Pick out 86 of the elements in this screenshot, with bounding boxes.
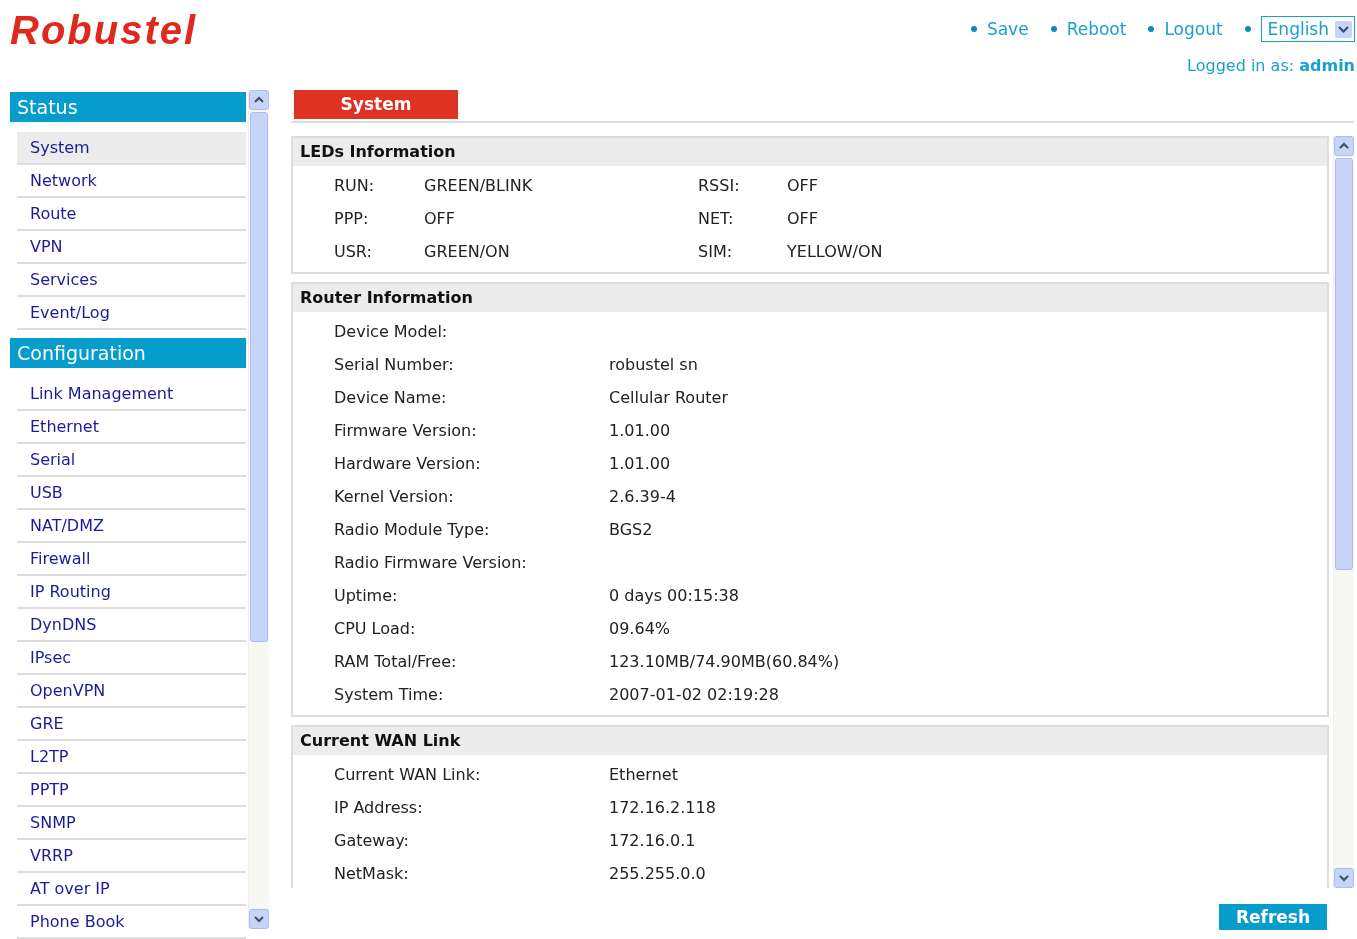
- sidebar-item[interactable]: IP Routing: [17, 576, 246, 609]
- scroll-thumb[interactable]: [250, 112, 268, 642]
- field-label: SIM:: [698, 242, 734, 261]
- bullet-icon: [1050, 26, 1057, 32]
- sidebar-item[interactable]: Phone Book: [17, 906, 246, 939]
- field-value: 1.01.00: [609, 454, 672, 473]
- field-value: BGS2: [609, 520, 654, 539]
- field-value: 255.255.0.0: [609, 864, 707, 883]
- sidebar-item[interactable]: SNMP: [17, 807, 246, 840]
- field-label: PPP:: [334, 209, 370, 228]
- scroll-up-icon[interactable]: [1334, 136, 1354, 156]
- sidebar-item[interactable]: USB: [17, 477, 246, 510]
- sidebar-heading: Configuration: [10, 338, 246, 368]
- scrollbar[interactable]: [1333, 136, 1354, 888]
- sidebar-item[interactable]: AT over IP: [17, 873, 246, 906]
- bullet-icon: [1148, 26, 1155, 32]
- field-label: Serial Number:: [334, 355, 455, 374]
- field-label: RUN:: [334, 176, 376, 195]
- sidebar-item[interactable]: System: [17, 132, 246, 165]
- sidebar-item[interactable]: Serial: [17, 444, 246, 477]
- sidebar-item[interactable]: VRRP: [17, 840, 246, 873]
- field-value: OFF: [787, 176, 819, 195]
- field-value: 09.64%: [609, 619, 671, 638]
- field-label: Current WAN Link:: [334, 765, 482, 784]
- sidebar-item[interactable]: Route: [17, 198, 246, 231]
- scroll-down-icon[interactable]: [1334, 868, 1354, 888]
- sidebar-heading: Status: [10, 92, 246, 122]
- field-label: IP Address:: [334, 798, 424, 817]
- field-label: Hardware Version:: [334, 454, 482, 473]
- panel-title: Router Information: [293, 284, 1327, 312]
- field-label: RAM Total/Free:: [334, 652, 458, 671]
- field-value: 1.01.00: [609, 421, 672, 440]
- field-value: OFF: [424, 209, 456, 228]
- field-label: USR:: [334, 242, 373, 261]
- sidebar-item[interactable]: PPTP: [17, 774, 246, 807]
- scroll-up-icon[interactable]: [249, 90, 269, 110]
- field-label: NET:: [698, 209, 735, 228]
- sidebar-item[interactable]: Services: [17, 264, 246, 297]
- panel-title: Current WAN Link: [293, 727, 1327, 755]
- field-label: RSSI:: [698, 176, 741, 195]
- login-status: Logged in as: admin: [1187, 56, 1355, 75]
- logo: Robustel: [10, 8, 198, 52]
- field-value: 0 days 00:15:38: [609, 586, 740, 605]
- field-label: CPU Load:: [334, 619, 417, 638]
- caret-icon: [1335, 20, 1352, 38]
- sidebar-item[interactable]: Link Management: [17, 378, 246, 411]
- field-label: System Time:: [334, 685, 445, 704]
- sidebar-item[interactable]: Ethernet: [17, 411, 246, 444]
- field-value: 2007-01-02 02:19:28: [609, 685, 780, 704]
- sidebar-item[interactable]: NAT/DMZ: [17, 510, 246, 543]
- field-value: 172.16.0.1: [609, 831, 697, 850]
- field-value: 2.6.39-4: [609, 487, 677, 506]
- field-label: Device Model:: [334, 322, 449, 341]
- bullet-icon: [1244, 26, 1251, 32]
- sidebar-item[interactable]: VPN: [17, 231, 246, 264]
- field-value: OFF: [787, 209, 819, 228]
- scroll-down-icon[interactable]: [249, 909, 269, 929]
- field-label: NetMask:: [334, 864, 410, 883]
- field-value: Cellular Router: [609, 388, 729, 407]
- field-value: GREEN/BLINK: [424, 176, 534, 195]
- field-label: Uptime:: [334, 586, 399, 605]
- bullet-icon: [970, 26, 977, 32]
- field-label: Radio Firmware Version:: [334, 553, 528, 572]
- sidebar-item[interactable]: OpenVPN: [17, 675, 246, 708]
- field-value: 172.16.2.118: [609, 798, 717, 817]
- sidebar-item[interactable]: IPsec: [17, 642, 246, 675]
- field-label: Gateway:: [334, 831, 410, 850]
- field-label: Radio Module Type:: [334, 520, 491, 539]
- sidebar-item[interactable]: Network: [17, 165, 246, 198]
- sidebar-item[interactable]: GRE: [17, 708, 246, 741]
- field-value: robustel sn: [609, 355, 699, 374]
- field-value: GREEN/ON: [424, 242, 511, 261]
- scroll-thumb[interactable]: [1335, 158, 1353, 570]
- tab[interactable]: System: [294, 90, 458, 119]
- sidebar-item[interactable]: DynDNS: [17, 609, 246, 642]
- field-label: Firmware Version:: [334, 421, 478, 440]
- scrollbar[interactable]: [248, 90, 269, 929]
- panel-title: LEDs Information: [293, 138, 1327, 166]
- sidebar-item[interactable]: Firewall: [17, 543, 246, 576]
- field-value: 123.10MB/74.90MB(60.84%): [609, 652, 841, 671]
- field-label: Kernel Version:: [334, 487, 455, 506]
- sidebar-item[interactable]: Event/Log: [17, 297, 246, 330]
- sidebar-item[interactable]: L2TP: [17, 741, 246, 774]
- field-value: YELLOW/ON: [787, 242, 884, 261]
- field-value: Ethernet: [609, 765, 679, 784]
- field-label: Device Name:: [334, 388, 448, 407]
